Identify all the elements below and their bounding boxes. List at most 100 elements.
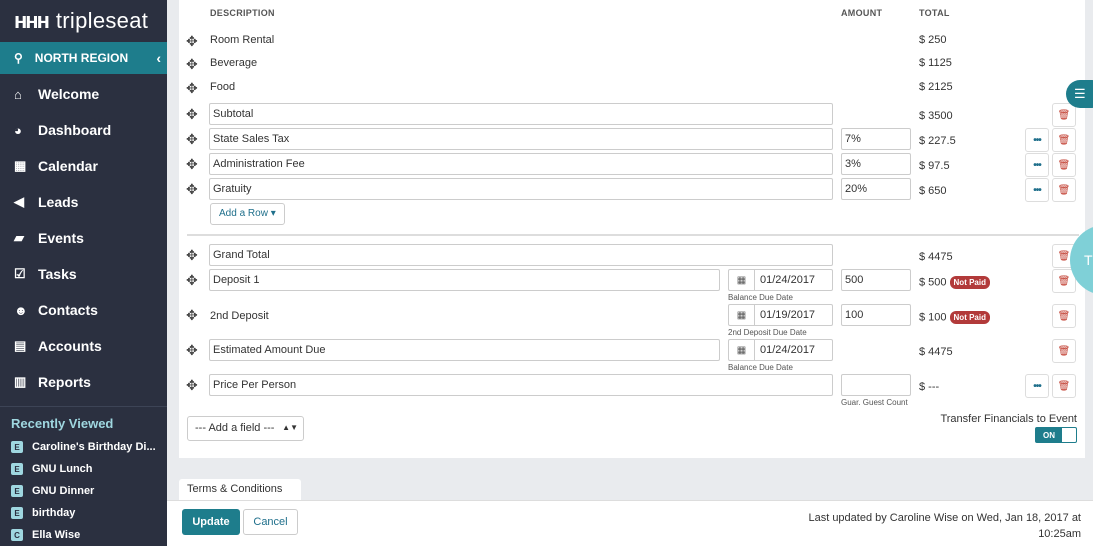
adjustment-amount-input[interactable]: 7%	[841, 128, 911, 150]
date-sublabel: Balance Due Date	[728, 363, 793, 372]
deposit-row: ✥ 2nd Deposit ▦ 01/19/2017 2nd Deposit D…	[179, 304, 1085, 337]
recent-item[interactable]: E Caroline's Birthday Di...	[11, 436, 161, 458]
guest-count-sublabel: Guar. Guest Count	[841, 398, 908, 407]
nav-item-dashboard[interactable]: ◕ Dashboard	[0, 112, 167, 148]
nav-item-leads[interactable]: ◀ Leads	[0, 184, 167, 220]
adjustment-amount-input[interactable]: 3%	[841, 153, 911, 175]
line-item-description: Room Rental	[210, 34, 275, 46]
delete-trash-icon[interactable]: 🗑	[1052, 128, 1076, 152]
section-divider	[187, 234, 1079, 236]
action-bar: Update Cancel Last updated by Caroline W…	[167, 500, 1093, 546]
subtotal-description-input[interactable]: Subtotal	[209, 103, 833, 125]
home-icon: ⌂	[14, 86, 22, 102]
more-options-icon[interactable]: •••	[1025, 374, 1049, 398]
nav-label: Events	[38, 230, 84, 246]
adjustment-total: $ 97.5	[919, 160, 950, 172]
delete-trash-icon[interactable]: 🗑	[1052, 339, 1076, 363]
drag-handle-icon[interactable]: ✥	[186, 56, 198, 73]
deposit-date-picker[interactable]: ▦ 01/24/2017	[728, 269, 833, 291]
deposit-amount-input[interactable]: 100	[841, 304, 911, 326]
delete-trash-icon[interactable]: 🗑	[1052, 153, 1076, 177]
more-options-icon[interactable]: •••	[1025, 128, 1049, 152]
nav-item-accounts[interactable]: ▤ Accounts	[0, 328, 167, 364]
recent-item-label: GNU Lunch	[32, 463, 93, 475]
nav-item-welcome[interactable]: ⌂ Welcome	[0, 76, 167, 112]
calendar-icon[interactable]: ▦	[729, 305, 755, 325]
adjustment-row: ✥ State Sales Tax 7% $ 227.5 ••• 🗑	[179, 128, 1085, 152]
tab-terms-conditions[interactable]: Terms & Conditions	[179, 479, 301, 501]
delete-trash-icon[interactable]: 🗑	[1052, 103, 1076, 127]
event-badge: E	[11, 463, 23, 475]
delete-trash-icon[interactable]: 🗑	[1052, 304, 1076, 328]
recent-item[interactable]: E GNU Dinner	[11, 480, 161, 502]
grand-total-description-input[interactable]: Grand Total	[209, 244, 833, 266]
drag-handle-icon[interactable]: ✥	[186, 307, 198, 324]
calendar-icon[interactable]: ▦	[729, 340, 755, 360]
adjustment-description-input[interactable]: State Sales Tax	[209, 128, 833, 150]
nav-item-tasks[interactable]: ☑ Tasks	[0, 256, 167, 292]
region-label: NORTH REGION	[34, 51, 129, 65]
last-updated-text: Last updated by Caroline Wise on Wed, Ja…	[781, 510, 1081, 542]
transfer-financials-label: Transfer Financials to Event	[940, 413, 1077, 425]
recent-item[interactable]: C Ella Wise	[11, 524, 161, 546]
estimated-description-input[interactable]: Estimated Amount Due	[209, 339, 720, 361]
recent-item[interactable]: Ebirthday	[11, 502, 161, 524]
balance-date-value: 01/24/2017	[760, 344, 816, 356]
drag-handle-icon[interactable]: ✥	[186, 106, 198, 123]
cancel-button[interactable]: Cancel	[243, 509, 298, 535]
drag-handle-icon[interactable]: ✥	[186, 272, 198, 289]
drag-handle-icon[interactable]: ✥	[186, 342, 198, 359]
nav-label: Dashboard	[38, 122, 112, 138]
nav-item-events[interactable]: ▰ Events	[0, 220, 167, 256]
add-row-button[interactable]: Add a Row ▾	[210, 203, 285, 225]
subtotal-total: $ 3500	[919, 110, 953, 122]
deposit-date-picker[interactable]: ▦ 01/19/2017	[728, 304, 833, 326]
adjustment-total: $ 227.5	[919, 135, 956, 147]
hamburger-menu-icon[interactable]: ☰	[1066, 80, 1093, 108]
adjustment-description-input[interactable]: Gratuity	[209, 178, 833, 200]
event-badge: E	[11, 441, 23, 453]
deposit-amount-input[interactable]: 500	[841, 269, 911, 291]
drag-handle-icon[interactable]: ✥	[186, 377, 198, 394]
drag-handle-icon[interactable]: ✥	[186, 131, 198, 148]
subtotal-row: ✥ Subtotal $ 3500 🗑	[179, 103, 1085, 127]
more-options-icon[interactable]: •••	[1025, 153, 1049, 177]
nav-item-calendar[interactable]: ▦ Calendar	[0, 148, 167, 184]
chevron-left-icon[interactable]: ‹	[156, 50, 161, 66]
drag-handle-icon[interactable]: ✥	[186, 156, 198, 173]
nav-item-contacts[interactable]: ☻ Contacts	[0, 292, 167, 328]
drag-handle-icon[interactable]: ✥	[186, 181, 198, 198]
recent-item[interactable]: E GNU Lunch	[11, 458, 161, 480]
delete-trash-icon[interactable]: 🗑	[1052, 374, 1076, 398]
adjustment-amount-input[interactable]: 20%	[841, 178, 911, 200]
price-per-person-input[interactable]: Price Per Person	[209, 374, 833, 396]
adjustment-row: ✥ Administration Fee 3% $ 97.5 ••• 🗑	[179, 153, 1085, 177]
nav-item-reports[interactable]: ▥ Reports	[0, 364, 167, 400]
transfer-toggle[interactable]: ON	[1035, 427, 1077, 443]
calendar-icon[interactable]: ▦	[729, 270, 755, 290]
drag-handle-icon[interactable]: ✥	[186, 80, 198, 97]
users-icon: ☻	[14, 302, 28, 318]
drag-handle-icon[interactable]: ✥	[186, 33, 198, 50]
update-button[interactable]: Update	[182, 509, 240, 535]
nav-label: Reports	[38, 374, 91, 390]
calendar-icon: ▦	[14, 158, 27, 173]
deposit-description-input[interactable]: Deposit 1	[209, 269, 720, 291]
region-selector[interactable]: ⚲ NORTH REGION ‹	[0, 42, 167, 74]
delete-trash-icon[interactable]: 🗑	[1052, 178, 1076, 202]
line-item-row: ✥ Beverage $ 1125	[179, 56, 1085, 80]
line-item-description: Beverage	[210, 57, 258, 69]
main-nav: ⌂ Welcome ◕ Dashboard ▦ Calendar ◀ Leads ▰ Ev…	[0, 74, 167, 400]
more-options-icon[interactable]: •••	[1025, 178, 1049, 202]
brand-logo[interactable]: ннн tripleseat	[0, 0, 167, 42]
recent-item-label: Ella Wise	[32, 529, 81, 541]
balance-date-picker[interactable]: ▦ 01/24/2017	[728, 339, 833, 361]
nav-label: Contacts	[38, 302, 98, 318]
add-field-select[interactable]: --- Add a field --- ▲▼	[187, 416, 304, 441]
header-amount: AMOUNT	[841, 8, 883, 18]
recent-item-label: GNU Dinner	[32, 485, 95, 497]
deposit-total: $ 500 Not Paid	[919, 276, 990, 289]
adjustment-description-input[interactable]: Administration Fee	[209, 153, 833, 175]
drag-handle-icon[interactable]: ✥	[186, 247, 198, 264]
guest-count-input[interactable]	[841, 374, 911, 396]
